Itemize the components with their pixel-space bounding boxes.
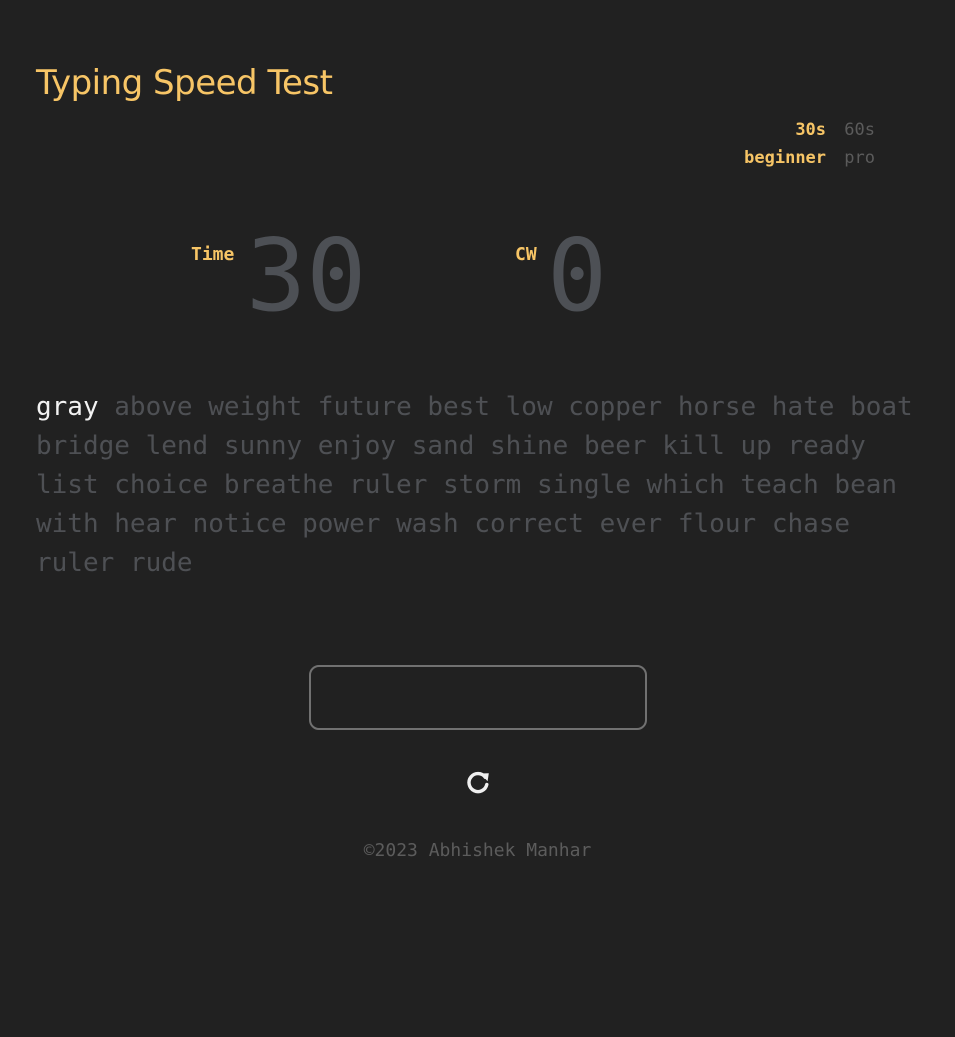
word: ever [599,509,663,539]
word: up [740,431,772,461]
word: correct [474,509,584,539]
word: power [302,509,381,539]
difficulty-options: beginner pro [744,144,875,172]
current-word: gray [36,392,99,422]
correct-words-label: CW [515,244,537,265]
duration-options: 30s 60s [744,116,875,144]
word: bridge [36,431,130,461]
word: boat [850,392,913,422]
word: copper [568,392,663,422]
duration-option-30s[interactable]: 30s [795,120,826,140]
page-title: Typing Speed Test [36,63,333,103]
word: teach [740,470,819,500]
word: enjoy [317,431,397,461]
word: chase [771,509,851,539]
time-value: 30 [246,217,367,334]
difficulty-option-beginner[interactable]: beginner [744,148,826,168]
restart-icon [467,771,489,794]
difficulty-option-pro[interactable]: pro [844,148,875,168]
word: storm [443,470,522,500]
restart-button[interactable] [464,768,492,798]
typing-input-box [309,665,647,730]
word: with [36,509,99,539]
word: hear [114,509,177,539]
word: kill [662,431,725,461]
time-label: Time [191,244,235,265]
word: which [646,470,725,500]
word: sunny [223,431,303,461]
word: best [427,392,490,422]
word: wash [396,509,459,539]
correct-words-value: 0 [547,217,608,334]
typing-input[interactable] [311,667,645,728]
word: future [317,392,412,422]
word: bean [834,470,898,500]
word: hate [771,392,835,422]
word: rude [129,548,193,578]
word-list: gray above weight future best low copper… [36,388,936,583]
word: notice [192,509,287,539]
word: horse [677,392,757,422]
test-options: 30s 60s beginner pro [744,116,875,172]
duration-option-60s[interactable]: 60s [844,120,875,140]
word: ready [787,431,866,461]
word: low [505,392,553,422]
word: single [536,470,631,500]
word: ruler [349,470,428,500]
word: list [36,470,99,500]
word: ruler [36,548,115,578]
word: shine [490,431,569,461]
word: choice [114,470,209,500]
word: lend [145,431,209,461]
word: flour [677,509,757,539]
word: weight [208,392,303,422]
word: above [114,392,193,422]
word: sand [411,431,475,461]
word: breathe [223,470,334,500]
footer-copyright: ©2023 Abhishek Manhar [363,840,592,861]
word: beer [583,431,647,461]
